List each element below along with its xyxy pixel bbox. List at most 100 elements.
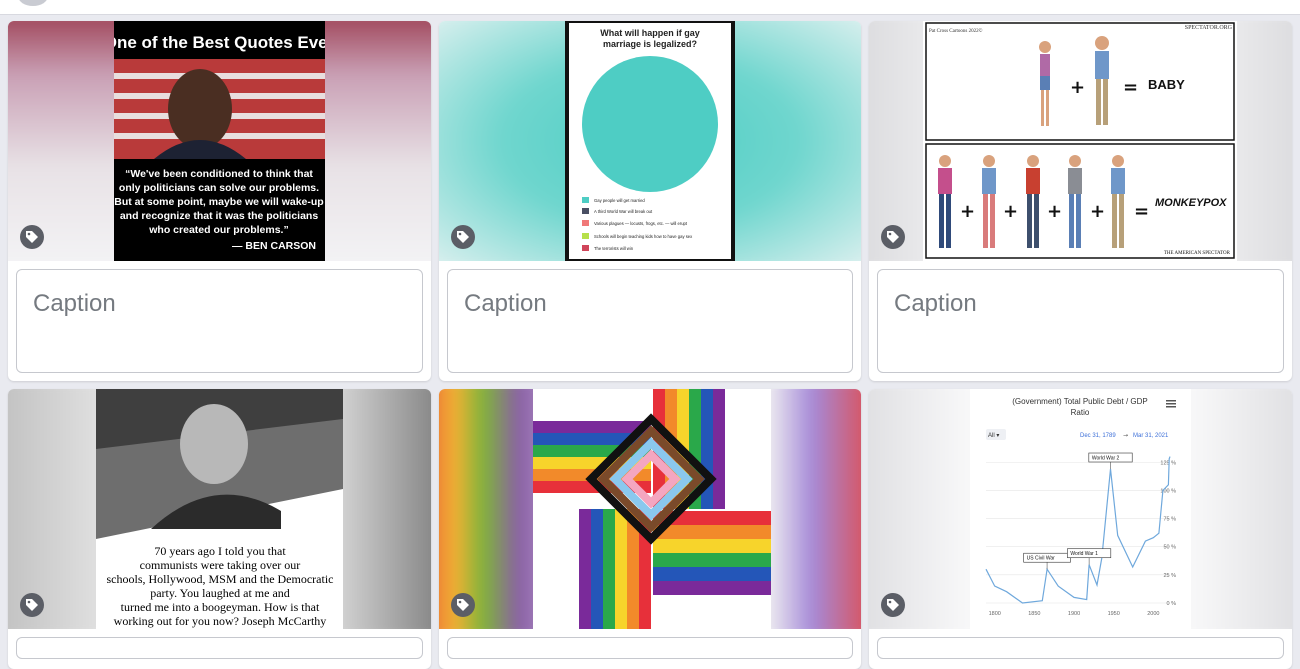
rainbow-flag-graphic	[533, 389, 771, 629]
meme-card: One of the Best Quotes Ever “We've been …	[8, 21, 431, 381]
caption-field[interactable]: Caption	[447, 269, 853, 373]
meme-image-area[interactable]: (Government) Total Public Debt / GDP Rat…	[869, 389, 1292, 629]
tag-button[interactable]	[881, 225, 905, 249]
legend-swatch	[582, 220, 589, 226]
chart-title: Ratio	[1071, 408, 1090, 417]
date-from[interactable]: Dec 31, 1789	[1080, 433, 1116, 439]
meme-image-area[interactable]: 70 years ago I told you that communists …	[8, 389, 431, 629]
svg-text:+: +	[1003, 201, 1018, 222]
publisher-logo: THE AMERICAN SPECTATOR	[1164, 251, 1231, 256]
tag-button[interactable]	[20, 225, 44, 249]
quote-author: — BEN CARSON	[232, 240, 316, 252]
quote-line: schools, Hollywood, MSM and the Democrat…	[107, 572, 334, 586]
quote-line: only politicians can solve our problems.	[119, 182, 319, 194]
tag-button[interactable]	[451, 225, 475, 249]
tag-button[interactable]	[451, 593, 475, 617]
quote-line: 70 years ago I told you that	[154, 544, 286, 558]
annotation-label: US Civil War	[1027, 556, 1055, 562]
y-tick-label: 0 %	[1167, 601, 1177, 607]
result-monkeypox: MONKEYPOX	[1155, 197, 1227, 209]
legend-swatch	[582, 233, 589, 239]
avatar[interactable]	[18, 0, 48, 6]
svg-text:+: +	[1047, 201, 1062, 222]
x-tick-label: 1800	[989, 611, 1001, 617]
caption-field[interactable]	[447, 637, 853, 659]
meme-image: What will happen if gay marriage is lega…	[565, 21, 735, 261]
caption-placeholder: Caption	[894, 290, 977, 317]
caption-field[interactable]: Caption	[877, 269, 1284, 373]
range-button-label: All ▾	[988, 433, 999, 439]
menu-icon[interactable]	[1166, 400, 1176, 408]
y-tick-label: 75 %	[1163, 517, 1176, 523]
quote-line: and recognize that it was the politician…	[120, 210, 319, 222]
meme-image-area[interactable]: One of the Best Quotes Ever “We've been …	[8, 21, 431, 261]
svg-text:+: +	[1090, 201, 1105, 222]
equals-sign: =	[1123, 77, 1138, 98]
meme-card	[439, 389, 861, 669]
caption-placeholder: Caption	[464, 290, 547, 317]
legend-label: Schools will begin teaching kids how to …	[594, 234, 693, 239]
pie-slice	[582, 56, 718, 192]
x-tick-label: 1950	[1108, 611, 1120, 617]
caption-field[interactable]: Caption	[16, 269, 423, 373]
plus-sign: +	[1070, 77, 1085, 98]
x-tick-label: 2000	[1147, 611, 1159, 617]
legend-label: A third World War will break out	[594, 209, 653, 214]
top-bar	[0, 0, 1300, 15]
y-tick-label: 125 %	[1160, 460, 1176, 466]
quote-line: But at some point, maybe we will wake-up	[114, 196, 323, 208]
meme-card: (Government) Total Public Debt / GDP Rat…	[869, 389, 1292, 669]
meme-image-area[interactable]: Pat Cross Cartoons 2022© SPECTATOR.ORG +…	[869, 21, 1292, 261]
meme-image-graphic: One of the Best Quotes Ever “We've been …	[114, 21, 325, 261]
meme-image	[533, 389, 771, 629]
meme-image-area[interactable]	[439, 389, 861, 629]
tag-button[interactable]	[881, 593, 905, 617]
meme-image: (Government) Total Public Debt / GDP Rat…	[970, 389, 1191, 629]
meme-title: One of the Best Quotes Ever	[114, 33, 325, 52]
y-tick-label: 50 %	[1163, 545, 1176, 551]
meme-image: Pat Cross Cartoons 2022© SPECTATOR.ORG +…	[923, 21, 1237, 261]
chart-title: (Government) Total Public Debt / GDP	[1012, 397, 1147, 406]
tag-icon	[26, 599, 38, 611]
annotation-label: World War 1	[1070, 551, 1098, 557]
x-tick-label: 1900	[1068, 611, 1080, 617]
quote-line: communists were taking over our	[140, 558, 301, 572]
meme-image-area[interactable]: What will happen if gay marriage is lega…	[439, 21, 861, 261]
date-arrow: →	[1123, 432, 1128, 439]
meme-card: What will happen if gay marriage is lega…	[439, 21, 861, 381]
quote-line: working out for you now? Joseph McCarthy	[114, 614, 327, 628]
meme-card: Pat Cross Cartoons 2022© SPECTATOR.ORG +…	[869, 21, 1292, 381]
cartoon-meme: Pat Cross Cartoons 2022© SPECTATOR.ORG +…	[923, 21, 1237, 261]
y-tick-label: 25 %	[1163, 573, 1176, 579]
result-baby: BABY	[1148, 77, 1185, 92]
caption-placeholder: Caption	[33, 290, 116, 317]
caption-field[interactable]	[16, 637, 423, 659]
svg-text:+: +	[960, 201, 975, 222]
pie-chart-meme: What will happen if gay marriage is lega…	[565, 21, 735, 261]
legend-swatch	[582, 197, 589, 203]
tag-icon	[26, 231, 38, 243]
quote-line: turned me into a boogeyman. How is that	[121, 600, 320, 614]
caption-field[interactable]	[877, 637, 1284, 659]
tag-icon	[887, 231, 899, 243]
tag-icon	[457, 231, 469, 243]
quote-line: party. You laughed at me and	[150, 586, 290, 600]
tag-icon	[887, 599, 899, 611]
legend-swatch	[582, 245, 589, 251]
legend-label: The terrorists will win	[594, 246, 634, 251]
tag-button[interactable]	[20, 593, 44, 617]
cartoon-source: SPECTATOR.ORG	[1185, 25, 1233, 31]
cartoon-credit: Pat Cross Cartoons 2022©	[929, 28, 983, 34]
meme-title: What will happen if gay	[600, 28, 700, 38]
date-to[interactable]: Mar 31, 2021	[1133, 433, 1169, 439]
x-tick-label: 1850	[1028, 611, 1040, 617]
legend-label: Gay people will get married	[594, 198, 645, 203]
meme-image: 70 years ago I told you that communists …	[96, 389, 343, 629]
legend-label: Various plagues — locusts, frogs, etc. —…	[594, 221, 688, 226]
annotation-label: World War 2	[1092, 456, 1120, 462]
mccarthy-meme: 70 years ago I told you that communists …	[96, 389, 343, 629]
tag-icon	[457, 599, 469, 611]
quote-line: “We've been conditioned to think that	[125, 168, 313, 180]
svg-text:=: =	[1134, 201, 1149, 222]
debt-gdp-chart: (Government) Total Public Debt / GDP Rat…	[970, 389, 1191, 629]
